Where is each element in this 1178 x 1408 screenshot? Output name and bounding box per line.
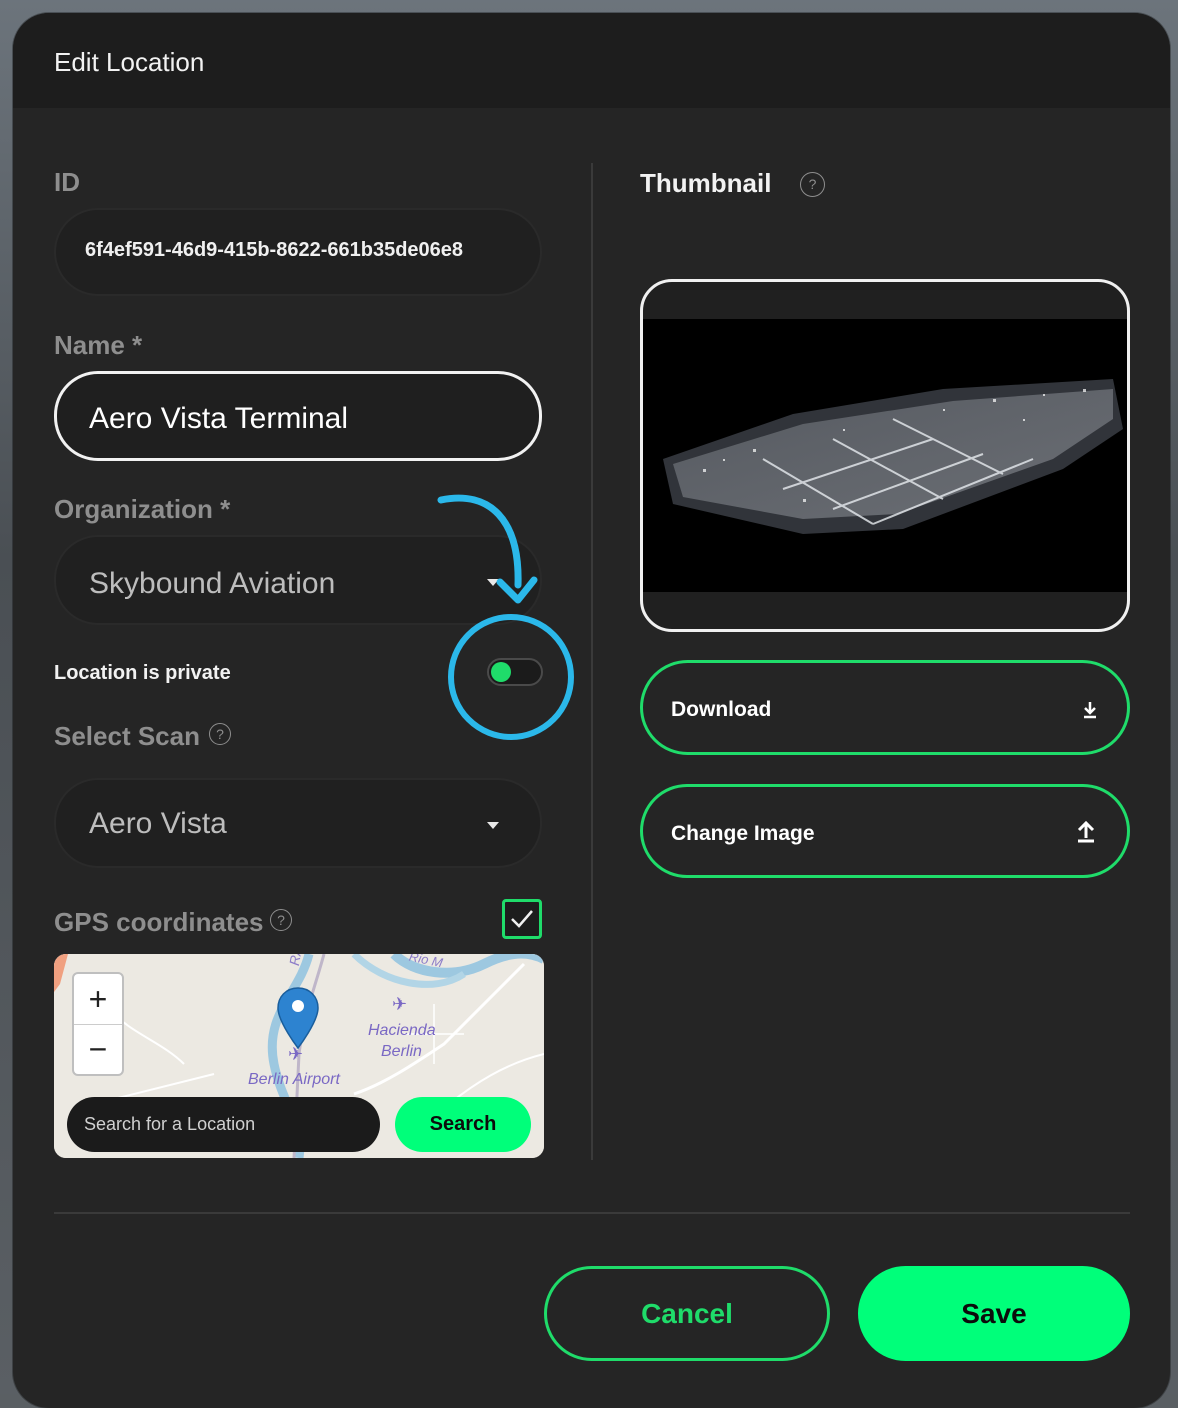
- location-search-input[interactable]: Search for a Location: [67, 1097, 380, 1152]
- organization-label: Organization *: [54, 494, 231, 524]
- gps-label: GPS coordinates: [54, 907, 264, 937]
- cancel-button[interactable]: Cancel: [544, 1266, 830, 1361]
- thumbnail-label: Thumbnail: [640, 168, 772, 198]
- dialog-header: Edit Location: [13, 13, 1170, 108]
- airplane-icon: ✈: [392, 994, 408, 1014]
- name-label: Name *: [54, 330, 143, 360]
- change-image-button[interactable]: Change Image: [640, 784, 1130, 878]
- toggle-knob: [491, 662, 511, 682]
- point-cloud-image: [663, 379, 1123, 534]
- select-scan-label: Select Scan: [54, 721, 200, 751]
- upload-icon: [1077, 820, 1095, 843]
- id-field[interactable]: 6f4ef591-46d9-415b-8622-661b35de06e8: [54, 208, 542, 296]
- gps-checkbox[interactable]: [502, 899, 542, 939]
- chevron-down-icon: [487, 822, 499, 829]
- footer-divider: [54, 1212, 1130, 1214]
- map[interactable]: RA Rio M ✈ Hacienda Berlin Berlin Airpor…: [54, 954, 544, 1158]
- scan-value: Aero Vista: [89, 807, 227, 840]
- map-marker-icon[interactable]: [276, 986, 320, 1050]
- search-placeholder: Search for a Location: [84, 1114, 256, 1134]
- zoom-in-button[interactable]: +: [74, 974, 122, 1024]
- download-label: Download: [671, 698, 772, 721]
- zoom-control: + −: [72, 972, 124, 1076]
- change-image-label: Change Image: [671, 822, 815, 845]
- checkmark-icon: [511, 910, 533, 928]
- id-label: ID: [54, 167, 80, 197]
- organization-value: Skybound Aviation: [89, 567, 336, 600]
- edit-location-dialog: Edit Location ID 6f4ef591-46d9-415b-8622…: [13, 13, 1170, 1408]
- help-icon[interactable]: ?: [800, 172, 825, 197]
- column-divider: [591, 163, 593, 1160]
- dialog-title: Edit Location: [54, 47, 205, 77]
- id-value: 6f4ef591-46d9-415b-8622-661b35de06e8: [85, 239, 464, 261]
- help-icon[interactable]: ?: [270, 909, 292, 931]
- scan-select[interactable]: Aero Vista: [54, 778, 542, 868]
- download-icon: [1084, 702, 1096, 719]
- private-toggle[interactable]: [487, 658, 543, 686]
- name-value: Aero Vista Terminal: [89, 402, 349, 435]
- map-label-hacienda: Hacienda: [368, 1022, 436, 1039]
- thumbnail-image: [643, 319, 1127, 592]
- organization-select[interactable]: Skybound Aviation: [54, 535, 542, 625]
- map-label-berlin-airport: Berlin Airport: [248, 1071, 340, 1088]
- help-icon[interactable]: ?: [209, 723, 231, 745]
- map-label-berlin: Berlin: [381, 1043, 422, 1060]
- name-input[interactable]: Aero Vista Terminal: [54, 371, 542, 461]
- zoom-out-button[interactable]: −: [74, 1025, 122, 1075]
- search-button[interactable]: Search: [395, 1097, 531, 1152]
- thumbnail-frame: [640, 279, 1130, 632]
- save-button[interactable]: Save: [858, 1266, 1130, 1361]
- chevron-down-icon: [487, 579, 499, 586]
- private-toggle-label: Location is private: [54, 662, 231, 684]
- download-button[interactable]: Download: [640, 660, 1130, 755]
